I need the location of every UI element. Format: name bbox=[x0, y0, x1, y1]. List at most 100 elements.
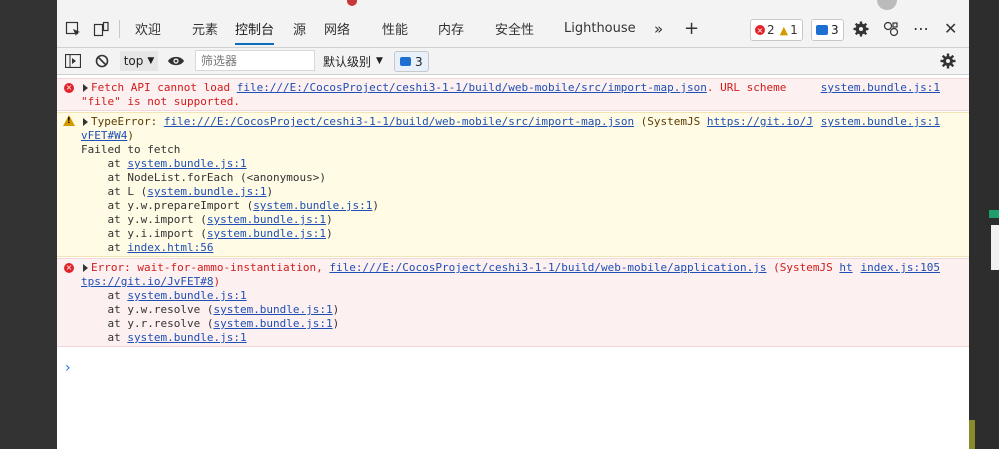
stack-frame: at system.bundle.js:1 bbox=[81, 289, 246, 303]
error-icon: × bbox=[64, 83, 74, 93]
expand-triangle-icon[interactable] bbox=[83, 264, 88, 272]
device-toolbar-icon[interactable] bbox=[93, 10, 109, 47]
message-icon bbox=[816, 25, 828, 35]
url-link[interactable]: vFET#W4 bbox=[81, 129, 127, 142]
log-levels-label: 默认级别 bbox=[323, 54, 372, 69]
stack-frame: at y.w.import (system.bundle.js:1) bbox=[81, 213, 332, 227]
clear-console-icon[interactable] bbox=[95, 48, 109, 74]
avatar bbox=[877, 0, 897, 10]
message-count: 3 bbox=[831, 23, 839, 37]
tab-security[interactable]: 安全性 bbox=[495, 10, 534, 47]
message-line: Fetch API cannot load file:///E:/CocosPr… bbox=[83, 81, 786, 95]
connection-icon[interactable] bbox=[882, 10, 900, 47]
file-link[interactable]: file:///E:/CocosProject/ceshi3-1-1/build… bbox=[329, 261, 766, 274]
stack-text: at y.w.prepareImport ( bbox=[81, 199, 254, 212]
stack-text: at y.i.import ( bbox=[81, 227, 207, 240]
console-messages-badge[interactable]: 3 bbox=[394, 51, 429, 72]
stack-link[interactable]: system.bundle.js:1 bbox=[207, 227, 326, 240]
stack-text: at bbox=[81, 241, 128, 254]
stack-text: ) bbox=[372, 199, 380, 212]
sidebar-toggle-icon[interactable] bbox=[65, 48, 81, 74]
message-text: TypeError: bbox=[91, 115, 164, 128]
context-selector[interactable]: top ▼ bbox=[120, 51, 158, 71]
devtools-tab-bar: 欢迎 元素 控制台 源 网络 性能 内存 安全性 Lighthouse » + … bbox=[57, 10, 969, 48]
message-text: Fetch API cannot load bbox=[91, 81, 237, 94]
stack-link[interactable]: system.bundle.js:1 bbox=[127, 157, 246, 170]
stack-text: at y.r.resolve ( bbox=[81, 317, 214, 330]
stack-link[interactable]: system.bundle.js:1 bbox=[207, 213, 326, 226]
inspect-element-icon[interactable] bbox=[65, 10, 81, 47]
stack-frame: at y.i.import (system.bundle.js:1) bbox=[81, 227, 333, 241]
console-settings-icon[interactable] bbox=[940, 48, 956, 74]
more-tabs-icon[interactable]: » bbox=[654, 10, 663, 47]
tab-memory[interactable]: 内存 bbox=[438, 10, 464, 47]
background-fragment bbox=[989, 210, 999, 218]
filter-input[interactable]: 筛选器 bbox=[195, 50, 315, 71]
message-text: (SystemJS bbox=[766, 261, 840, 274]
stack-link[interactable]: system.bundle.js:1 bbox=[147, 185, 266, 198]
add-tab-icon[interactable]: + bbox=[684, 10, 699, 47]
stack-link[interactable]: system.bundle.js:1 bbox=[127, 289, 246, 302]
background-window-right bbox=[969, 0, 999, 449]
stack-link[interactable]: system.bundle.js:1 bbox=[127, 331, 246, 344]
message-text: ) bbox=[213, 275, 221, 288]
console-message-error[interactable]: × Fetch API cannot load file:///E:/Cocos… bbox=[57, 78, 969, 111]
tab-welcome[interactable]: 欢迎 bbox=[135, 10, 161, 47]
stack-text: at y.w.import ( bbox=[81, 213, 207, 226]
browser-page-strip bbox=[57, 0, 969, 10]
stack-frame: at system.bundle.js:1 bbox=[81, 331, 246, 345]
tab-sources[interactable]: 源 bbox=[293, 10, 306, 47]
stack-text: ) bbox=[332, 303, 340, 316]
stack-frame: at y.w.resolve (system.bundle.js:1) bbox=[81, 303, 339, 317]
background-fragment bbox=[969, 420, 975, 449]
messages-counter[interactable]: 3 bbox=[811, 19, 844, 41]
stack-text: ) bbox=[326, 227, 333, 240]
url-link[interactable]: https://git.io/J bbox=[707, 115, 813, 128]
tab-network[interactable]: 网络 bbox=[324, 10, 350, 47]
warning-count: 1 bbox=[790, 23, 798, 37]
stack-text: at bbox=[81, 289, 128, 302]
expand-triangle-icon[interactable] bbox=[83, 118, 88, 126]
message-text: ) bbox=[127, 129, 134, 142]
console-message-warning[interactable]: TypeError: file:///E:/CocosProject/ceshi… bbox=[57, 112, 969, 257]
console-message-error[interactable]: × Error: wait-for-ammo-instantiation, fi… bbox=[57, 258, 969, 347]
error-count: 2 bbox=[767, 23, 775, 37]
chevron-down-icon: ▼ bbox=[147, 56, 155, 66]
tab-lighthouse[interactable]: Lighthouse bbox=[564, 10, 636, 47]
source-link[interactable]: system.bundle.js:1 bbox=[821, 115, 940, 129]
log-levels-dropdown[interactable]: 默认级别 ▼ bbox=[323, 48, 383, 74]
stack-text: ) bbox=[266, 185, 274, 198]
tab-elements[interactable]: 元素 bbox=[192, 10, 218, 47]
stack-link[interactable]: system.bundle.js:1 bbox=[253, 199, 372, 212]
console-prompt-icon[interactable]: › bbox=[65, 360, 71, 376]
stack-text: ) bbox=[332, 317, 340, 330]
message-icon bbox=[400, 57, 411, 66]
url-link[interactable]: tps://git.io/JvFET#8 bbox=[81, 275, 213, 288]
error-icon: × bbox=[755, 25, 765, 35]
message-text: Failed to fetch bbox=[81, 143, 181, 156]
tab-console[interactable]: 控制台 bbox=[235, 10, 275, 47]
stack-text: at bbox=[81, 157, 128, 170]
source-link[interactable]: system.bundle.js:1 bbox=[821, 81, 940, 95]
stack-frame: at system.bundle.js:1 bbox=[81, 157, 246, 171]
stack-text: at bbox=[81, 331, 128, 344]
eye-icon[interactable] bbox=[167, 48, 185, 74]
stack-link[interactable]: index.html:56 bbox=[127, 241, 213, 254]
tab-performance[interactable]: 性能 bbox=[382, 10, 408, 47]
more-options-icon[interactable]: ⋯ bbox=[913, 10, 930, 47]
stack-text: at y.w.resolve ( bbox=[81, 303, 214, 316]
stack-link[interactable]: system.bundle.js:1 bbox=[213, 317, 332, 330]
warning-icon: ▲ bbox=[779, 23, 789, 37]
file-link[interactable]: file:///E:/CocosProject/ceshi3-1-1/build… bbox=[164, 115, 634, 128]
stack-link[interactable]: system.bundle.js:1 bbox=[213, 303, 332, 316]
expand-triangle-icon[interactable] bbox=[83, 84, 88, 92]
gear-icon[interactable] bbox=[852, 10, 870, 47]
close-icon[interactable]: ✕ bbox=[944, 10, 957, 47]
file-link[interactable]: file:///E:/CocosProject/ceshi3-1-1/build… bbox=[237, 81, 707, 94]
source-link[interactable]: index.js:105 bbox=[861, 261, 940, 275]
url-link[interactable]: ht bbox=[839, 261, 852, 274]
issues-counter[interactable]: × 2 ▲ 1 bbox=[750, 19, 803, 41]
console-output: × Fetch API cannot load file:///E:/Cocos… bbox=[57, 75, 969, 449]
warning-icon bbox=[63, 115, 75, 126]
console-messages-count: 3 bbox=[415, 54, 423, 69]
